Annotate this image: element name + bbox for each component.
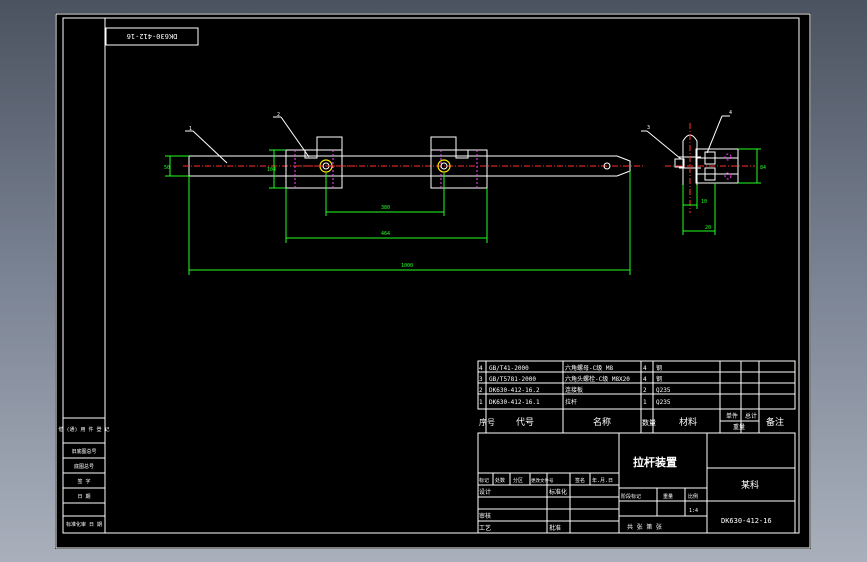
- drawing-title: 拉杆装置: [633, 455, 677, 469]
- balloon-1: 1: [189, 126, 192, 132]
- parts-list: 4 GB/T41-2000 六角螺母-C级 M8 4 钢 3 GB/T5781-…: [477, 360, 796, 433]
- row2-name: 连接板: [565, 386, 583, 394]
- row4-name: 六角螺母-C级 M8: [565, 364, 613, 372]
- row4-material: 钢: [656, 364, 662, 372]
- strip-cell-4: 签 字: [77, 478, 90, 485]
- hdr-mass-single: 单件: [726, 412, 738, 420]
- standardize-label: 标准化: [549, 488, 567, 496]
- hdr-no: 序号: [479, 417, 495, 427]
- balloon-2: 2: [277, 112, 280, 118]
- drawing-sheet: DK630-412-16 借 (通) 用 件 登 记 旧底图总号 底图总号 签 …: [55, 13, 811, 549]
- role-review: 审核: [479, 512, 491, 520]
- row3-qty: 4: [643, 376, 647, 383]
- scale-label: 比例: [688, 493, 698, 500]
- strip-cell-5: 日 期: [77, 494, 90, 500]
- hdr-name: 名称: [593, 416, 611, 428]
- drawing-number: DK630-412-16: [721, 517, 772, 525]
- strip-cell-2: 旧底图总号: [71, 448, 96, 455]
- weight-label: 重量: [663, 493, 673, 500]
- approve-label: 批准: [549, 524, 561, 532]
- rev-hdr-5: 签名: [575, 477, 585, 484]
- company-name: 某科: [741, 479, 759, 491]
- cad-drawing: DK630-412-16 借 (通) 用 件 登 记 旧底图总号 底图总号 签 …: [55, 13, 811, 549]
- row3-material: 钢: [656, 375, 662, 383]
- stage-label: 阶段标记: [621, 493, 641, 500]
- strip-cell-1: 借 (通) 用 件 登 记: [58, 426, 109, 433]
- scale-value: 1:4: [689, 508, 698, 514]
- rev-hdr-6: 年.月.日: [592, 477, 613, 484]
- sheet-label: 共 张 第 张: [627, 523, 662, 531]
- dim-50: 50: [164, 165, 170, 171]
- title-block: 标记 处数 分区 更改文件号 签名 年.月.日 设计 审核 工艺 标准化 批准 …: [477, 432, 796, 534]
- row1-no: 1: [479, 399, 483, 406]
- hdr-code: 代号: [516, 417, 534, 428]
- row3-code: GB/T5781-2000: [489, 376, 536, 383]
- code-box-text: DK630-412-16: [127, 32, 178, 40]
- role-process: 工艺: [479, 524, 491, 532]
- rev-hdr-1: 标记: [479, 477, 489, 484]
- main-view: 1 2 50 104 380 464 1000: [164, 112, 645, 275]
- row4-code: GB/T41-2000: [489, 365, 529, 372]
- rod-outline: [188, 155, 631, 177]
- strip-cell-3: 底图总号: [74, 463, 94, 470]
- role-design: 设计: [479, 488, 491, 496]
- rev-hdr-2: 处数: [495, 477, 505, 484]
- rev-hdr-4: 更改文件号: [531, 477, 554, 484]
- dim-1000: 1000: [401, 263, 413, 269]
- hdr-material: 材料: [679, 416, 697, 428]
- outer-frame: [55, 13, 811, 549]
- dim-464: 464: [381, 231, 390, 237]
- row3-name: 六角头螺栓-C级 M8X20: [565, 375, 630, 383]
- dim-20: 20: [705, 225, 711, 231]
- strip-cell-6: 标准化审 日 期: [66, 521, 102, 528]
- row1-material: Q235: [656, 399, 671, 406]
- row2-code: DK630-412-16.2: [489, 387, 540, 394]
- dim-380: 380: [381, 205, 390, 211]
- balloon-3: 3: [647, 125, 650, 131]
- row1-name: 拉杆: [565, 398, 577, 406]
- inner-frame: [62, 17, 800, 534]
- rev-hdr-3: 分区: [513, 477, 523, 484]
- dim-84: 84: [760, 165, 766, 171]
- row1-code: DK630-412-16.1: [489, 399, 540, 406]
- dim-10: 10: [701, 199, 707, 205]
- hdr-qty: 数量: [642, 418, 656, 427]
- side-view: 3 4 10 20 84: [641, 110, 766, 235]
- row2-no: 2: [479, 387, 483, 394]
- row4-qty: 4: [643, 365, 647, 372]
- balloon-4: 4: [729, 110, 732, 116]
- hdr-remark: 备注: [766, 416, 784, 428]
- row2-material: Q235: [656, 387, 671, 394]
- row2-qty: 2: [643, 387, 647, 394]
- dim-104: 104: [267, 167, 276, 173]
- row4-no: 4: [479, 365, 483, 372]
- hdr-mass: 重量: [733, 423, 745, 431]
- hdr-mass-total: 总计: [745, 412, 757, 420]
- row1-qty: 1: [643, 399, 647, 406]
- row3-no: 3: [479, 376, 483, 383]
